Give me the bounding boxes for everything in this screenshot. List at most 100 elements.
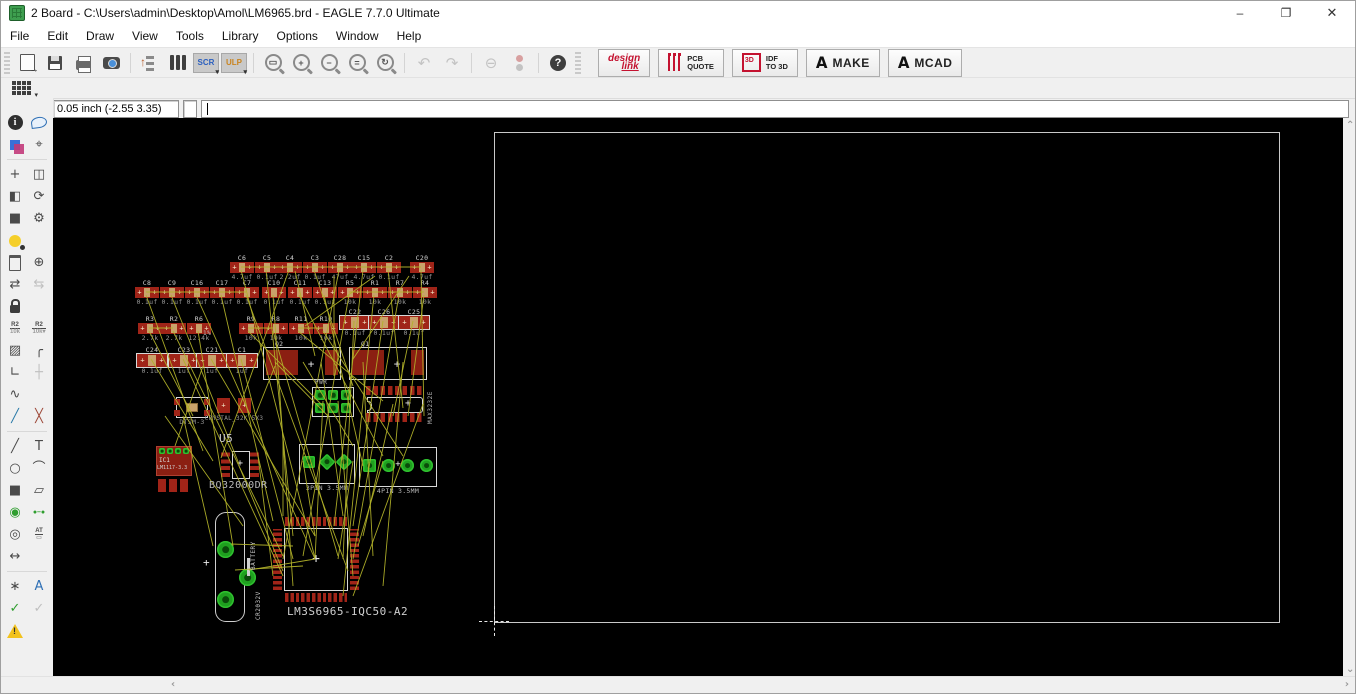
mirror-icon[interactable]: ◧: [3, 186, 27, 207]
component-DTSM-3[interactable]: DTSM-3: [174, 397, 210, 426]
smash-icon[interactable]: ▨: [3, 340, 27, 361]
ulp-button[interactable]: ULP: [221, 50, 247, 76]
image-export-icon[interactable]: [98, 50, 124, 76]
columns-icon[interactable]: [165, 50, 191, 76]
scroll-right-icon[interactable]: ›: [1345, 679, 1349, 690]
design-link-button[interactable]: design link: [598, 48, 651, 77]
meander-icon[interactable]: ∿: [3, 384, 27, 405]
component-R11[interactable]: + + R11 10k: [289, 315, 313, 342]
text-icon[interactable]: T: [27, 436, 51, 457]
via-icon[interactable]: ◉: [3, 502, 27, 523]
close-button[interactable]: ✕: [1309, 1, 1355, 25]
component-U5[interactable]: +: [221, 451, 259, 479]
ratsnest-icon[interactable]: ∗: [3, 576, 27, 597]
component-C8[interactable]: + + C8 0.1uf: [135, 279, 159, 306]
board-canvas[interactable]: + + C6 4.7uf + + C5 0.1uf + + C4 2.2uf + + C3 0.1uf + + C2…: [53, 118, 1343, 677]
info-icon[interactable]: i: [3, 112, 27, 133]
idf-to-3d-button[interactable]: IDFTO 3D: [731, 48, 798, 77]
component-LM3S6965-IQC50-A2[interactable]: +: [273, 517, 359, 602]
component-C26[interactable]: + + C26 0.1uf: [368, 308, 400, 337]
hole-icon[interactable]: ◎: [3, 524, 27, 545]
miter-icon[interactable]: ╭: [27, 340, 51, 361]
component-4PIN 3.5MM[interactable]: +4PIN 3.5MM: [359, 447, 437, 495]
component-C3[interactable]: + + C3 0.1uf: [303, 254, 327, 281]
component-Q2[interactable]: + Q2: [263, 340, 341, 380]
paint-icon[interactable]: [3, 230, 27, 251]
zoom-redraw-icon[interactable]: ↻: [372, 50, 398, 76]
component-C28[interactable]: + + C28 47uf: [328, 254, 352, 281]
component-C9[interactable]: + + C9 0.1uf: [160, 279, 184, 306]
component-R3[interactable]: + + R3 2.7k: [138, 315, 162, 342]
scroll-down-icon[interactable]: ⌄: [1346, 664, 1354, 675]
scroll-up-icon[interactable]: ⌃: [1346, 120, 1354, 131]
print-icon[interactable]: [70, 50, 96, 76]
delete-icon[interactable]: [3, 252, 27, 273]
component-C25[interactable]: + + C25 0.1uf: [398, 308, 430, 337]
component-R4[interactable]: + + R4 10k: [413, 279, 437, 306]
component-C24[interactable]: + + C24 0.1uf: [136, 346, 168, 375]
toolbar-grip2[interactable]: [575, 51, 581, 74]
horizontal-scrollbar[interactable]: ‹ ›: [1, 676, 1355, 693]
component-MAX3232E[interactable]: +: [366, 386, 424, 422]
component-Q1[interactable]: + Q1: [349, 340, 427, 380]
menu-item-view[interactable]: View: [123, 25, 167, 47]
mcad-button[interactable]: A MCAD: [887, 48, 963, 77]
show-icon[interactable]: [27, 112, 51, 133]
component-C22[interactable]: + + C22 0.1uf: [339, 308, 371, 337]
drop-icon[interactable]: [137, 50, 163, 76]
component-R1[interactable]: + + R1 10k: [363, 279, 387, 306]
unmiter-icon[interactable]: ∟: [3, 362, 27, 383]
menu-item-draw[interactable]: Draw: [77, 25, 123, 47]
component-C20[interactable]: + + C20 4.7uf: [410, 254, 434, 281]
component-C13[interactable]: + + C13 0.1uf: [313, 279, 337, 306]
attribute-icon[interactable]: AT ▭: [27, 524, 51, 545]
help-icon[interactable]: ?: [545, 50, 571, 76]
route-icon[interactable]: ╱: [3, 406, 27, 427]
component-R5[interactable]: + + R5 10k: [338, 279, 362, 306]
rect-icon[interactable]: ■: [3, 480, 27, 501]
arc-icon[interactable]: ⌒: [27, 458, 51, 479]
pinswap-icon[interactable]: ⇄: [3, 274, 27, 295]
toolbar-grip[interactable]: [4, 51, 10, 74]
lock-icon[interactable]: [3, 296, 27, 317]
menu-item-options[interactable]: Options: [268, 25, 327, 47]
component-CRYSTAL_32K 5X3[interactable]: + + CRYSTAL_32K 5X3: [205, 398, 263, 422]
component-3PIN 3.5MM[interactable]: 3PIN 3.5MM: [299, 444, 355, 492]
component-BATTERY[interactable]: [211, 512, 256, 622]
ripup-icon[interactable]: ╳: [27, 406, 51, 427]
wire-icon[interactable]: ╱: [3, 436, 27, 457]
component-IC1[interactable]: IC1 LM1117-3.3: [156, 446, 192, 492]
mark-icon[interactable]: ⌖: [27, 134, 51, 155]
menu-item-tools[interactable]: Tools: [167, 25, 213, 47]
zoom-in-icon[interactable]: +: [288, 50, 314, 76]
polygon-icon[interactable]: ▱: [27, 480, 51, 501]
component-C1[interactable]: + + C1 1uf: [226, 346, 258, 375]
change-icon[interactable]: ⚙: [27, 208, 51, 229]
component-C15[interactable]: + + C15 4.7uf: [352, 254, 376, 281]
component-C4[interactable]: + + C4 2.2uf: [278, 254, 302, 281]
open-icon[interactable]: [14, 50, 40, 76]
component-R8[interactable]: + + R8 10k: [264, 315, 288, 342]
command-input[interactable]: [201, 100, 1349, 118]
menu-item-window[interactable]: Window: [327, 25, 388, 47]
component-R10[interactable]: + + R10 10k: [314, 315, 338, 342]
drc-icon[interactable]: ✓: [3, 598, 27, 619]
vertical-scrollbar[interactable]: ⌃ ⌄: [1343, 118, 1355, 677]
signal-icon[interactable]: ●–●: [27, 502, 51, 523]
component-C11[interactable]: + + C11 0.1uf: [288, 279, 312, 306]
component-R7[interactable]: + + R7 10k: [388, 279, 412, 306]
component-PWR[interactable]: [312, 387, 354, 417]
move-icon[interactable]: +: [3, 164, 27, 185]
component-C16[interactable]: + + C16 0.1uf: [185, 279, 209, 306]
scroll-left-icon[interactable]: ‹: [171, 679, 175, 690]
group-icon[interactable]: ■: [3, 208, 27, 229]
name-icon[interactable]: R2 10k: [3, 318, 27, 339]
warning-indicator-icon[interactable]: [3, 620, 27, 641]
dimension-icon[interactable]: ↔: [3, 546, 27, 567]
menu-item-file[interactable]: File: [1, 25, 38, 47]
copy-icon[interactable]: ◫: [27, 164, 51, 185]
component-C21[interactable]: + + C21 1uf: [196, 346, 228, 375]
pcb-quote-button[interactable]: PCB QUOTE: [658, 48, 724, 77]
menu-item-help[interactable]: Help: [388, 25, 431, 47]
script-button[interactable]: SCR: [193, 50, 219, 76]
